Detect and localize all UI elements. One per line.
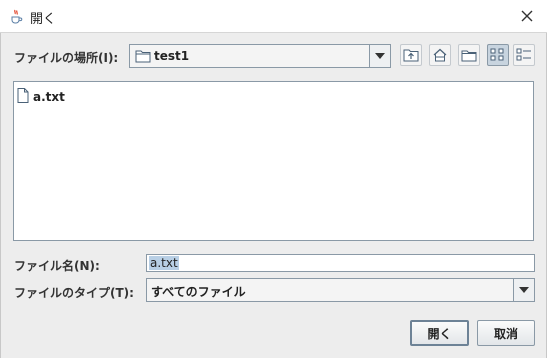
close-button[interactable] bbox=[515, 4, 539, 28]
look-in-combo[interactable]: test1 bbox=[129, 44, 391, 68]
new-folder-icon bbox=[461, 50, 477, 62]
filetype-combo[interactable]: すべてのファイル bbox=[146, 278, 535, 302]
look-in-value: test1 bbox=[154, 49, 190, 63]
filetype-label: ファイルのタイプ(T): bbox=[14, 286, 134, 300]
dropdown-arrow-icon[interactable] bbox=[513, 279, 534, 301]
up-one-level-button[interactable] bbox=[400, 44, 422, 66]
list-view-icon bbox=[490, 48, 504, 61]
file-list[interactable]: a.txt bbox=[13, 81, 534, 241]
filename-value: a.txt bbox=[149, 256, 179, 270]
details-view-button[interactable] bbox=[513, 44, 535, 66]
file-icon bbox=[17, 88, 29, 106]
filename-label: ファイル名(N): bbox=[14, 259, 100, 273]
filename-field[interactable]: a.txt bbox=[146, 254, 535, 272]
new-folder-button[interactable] bbox=[458, 44, 480, 66]
cancel-button[interactable]: 取消 bbox=[477, 320, 535, 346]
window-title: 開く bbox=[30, 12, 57, 27]
folder-icon bbox=[135, 49, 151, 66]
details-view-icon bbox=[516, 48, 531, 61]
list-item[interactable]: a.txt bbox=[17, 88, 65, 106]
list-view-button[interactable] bbox=[487, 44, 509, 66]
home-icon bbox=[433, 48, 447, 62]
java-cup-icon bbox=[8, 8, 24, 24]
folder-up-icon bbox=[403, 49, 419, 62]
dropdown-arrow-icon[interactable] bbox=[369, 45, 390, 67]
home-button[interactable] bbox=[429, 44, 451, 66]
open-button[interactable]: 開く bbox=[410, 320, 469, 346]
look-in-label: ファイルの場所(I): bbox=[14, 51, 119, 65]
file-name: a.txt bbox=[33, 90, 65, 104]
file-chooser-dialog: ファイルの場所(I): test1 a.txt ファイル名(N): a.txt … bbox=[0, 33, 547, 358]
filetype-value: すべてのファイル bbox=[151, 285, 246, 299]
title-bar: 開く bbox=[0, 0, 547, 33]
close-icon bbox=[521, 10, 533, 22]
